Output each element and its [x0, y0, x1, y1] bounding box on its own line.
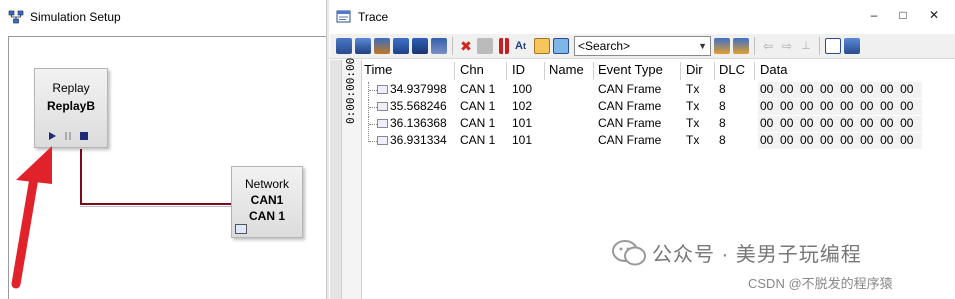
- detail-view-icon[interactable]: [477, 38, 493, 54]
- wechat-icon: [612, 239, 646, 265]
- cell-event-type: CAN Frame: [598, 116, 662, 130]
- cell-event-type: CAN Frame: [598, 82, 662, 96]
- cell-id: 102: [512, 99, 533, 113]
- cell-dlc: 8: [719, 116, 726, 130]
- trace-titlebar: Trace: [330, 0, 955, 34]
- find-icon[interactable]: [431, 38, 447, 54]
- pass-filter-icon[interactable]: [412, 38, 428, 54]
- stop-filter-icon[interactable]: [393, 38, 409, 54]
- search-forward-icon[interactable]: [733, 38, 749, 54]
- trace-window-icon: [336, 10, 351, 23]
- watermark: 公众号 · 美男子玩编程: [612, 238, 862, 267]
- cell-data: 00 00 00 00 00 00 00 00: [760, 82, 914, 96]
- cell-dir: Tx: [686, 99, 700, 113]
- header-divider: [714, 62, 715, 80]
- cell-data: 00 00 00 00 00 00 00 00: [760, 133, 914, 147]
- side-rail[interactable]: [330, 60, 342, 299]
- column-header-dlc[interactable]: DLC: [719, 62, 745, 80]
- close-button[interactable]: ✕: [925, 8, 943, 22]
- trace-toolbar: ✖ At <Search> ▼ ⇦ ⇨ ⊥: [330, 34, 955, 59]
- search-input[interactable]: <Search>: [578, 39, 630, 53]
- table-row[interactable]: 36.931334 CAN 1 101 CAN Frame Tx 8 00 00…: [364, 133, 955, 149]
- pane-splitter[interactable]: [326, 0, 329, 299]
- cell-data: 00 00 00 00 00 00 00 00: [760, 116, 914, 130]
- back-arrow-icon[interactable]: ⇦: [760, 38, 776, 54]
- table-row[interactable]: 36.136368 CAN 1 101 CAN Frame Tx 8 00 00…: [364, 116, 955, 132]
- cell-dlc: 8: [719, 82, 726, 96]
- header-divider: [593, 62, 594, 80]
- cell-id: 101: [512, 133, 533, 147]
- cell-time: 34.937998: [390, 82, 447, 96]
- toolbar-separator: [754, 37, 755, 55]
- overwrite-mode-icon[interactable]: [553, 38, 569, 54]
- scroll-mode-icon[interactable]: [534, 38, 550, 54]
- can-frame-icon: [377, 136, 388, 145]
- chevron-down-icon[interactable]: ▼: [698, 41, 707, 51]
- cell-event-type: CAN Frame: [598, 99, 662, 113]
- cell-chn: CAN 1: [460, 116, 496, 130]
- cell-data: 00 00 00 00 00 00 00 00: [760, 99, 914, 113]
- header-divider: [754, 62, 755, 80]
- time-mode-icon[interactable]: At: [515, 38, 531, 54]
- options-icon[interactable]: [844, 38, 860, 54]
- cell-chn: CAN 1: [460, 99, 496, 113]
- trace-title: Trace: [358, 10, 389, 24]
- cell-dlc: 8: [719, 99, 726, 113]
- column-header-id[interactable]: ID: [512, 62, 525, 80]
- cell-id: 100: [512, 82, 533, 96]
- cell-time: 35.568246: [390, 99, 447, 113]
- cell-dir: Tx: [686, 82, 700, 96]
- table-row[interactable]: 34.937998 CAN 1 100 CAN Frame Tx 8 00 00…: [364, 82, 955, 98]
- forward-arrow-icon[interactable]: ⇨: [779, 38, 795, 54]
- column-config-icon[interactable]: [374, 38, 390, 54]
- time-display-bar: 0:00:00:00: [342, 57, 362, 299]
- header-divider: [454, 62, 455, 80]
- column-header-name[interactable]: Name: [549, 62, 584, 80]
- column-header-event-type[interactable]: Event Type: [598, 62, 663, 80]
- layout-icon[interactable]: [825, 38, 841, 54]
- simulation-setup-window: Simulation Setup Replay ReplayB Network …: [0, 0, 326, 299]
- watermark-text: 公众号 · 美男子玩编程: [652, 244, 862, 266]
- time-display: 0:00:00:00: [344, 57, 357, 124]
- search-combobox[interactable]: <Search> ▼: [574, 36, 711, 56]
- cell-id: 101: [512, 116, 533, 130]
- clear-icon[interactable]: ✖: [458, 38, 474, 54]
- maximize-button[interactable]: □: [894, 8, 912, 22]
- cell-dlc: 8: [719, 133, 726, 147]
- cell-time: 36.136368: [390, 116, 447, 130]
- cell-chn: CAN 1: [460, 82, 496, 96]
- header-divider: [680, 62, 681, 80]
- cell-dir: Tx: [686, 116, 700, 130]
- header-divider: [544, 62, 545, 80]
- header-divider: [506, 62, 507, 80]
- annotation-arrow-icon: [11, 146, 52, 289]
- marker-icon[interactable]: ⊥: [798, 38, 814, 54]
- can-frame-icon: [377, 102, 388, 111]
- analysis-filter-icon[interactable]: [355, 38, 371, 54]
- column-header-dir[interactable]: Dir: [686, 62, 703, 80]
- search-backward-icon[interactable]: [714, 38, 730, 54]
- watermark-credit: CSDN @不脱发的程序猿: [748, 276, 893, 291]
- cell-chn: CAN 1: [460, 133, 496, 147]
- column-header-time[interactable]: Time: [364, 62, 392, 80]
- minimize-button[interactable]: –: [865, 8, 883, 22]
- toolbar-separator: [819, 37, 820, 55]
- column-header-data[interactable]: Data: [760, 62, 787, 80]
- new-filter-icon[interactable]: [336, 38, 352, 54]
- column-header-chn[interactable]: Chn: [460, 62, 484, 80]
- toolbar-separator: [452, 37, 453, 55]
- cell-dir: Tx: [686, 133, 700, 147]
- pause-trace-icon[interactable]: [499, 38, 509, 54]
- can-frame-icon: [377, 85, 388, 94]
- can-frame-icon: [377, 119, 388, 128]
- cell-time: 36.931334: [390, 133, 447, 147]
- cell-event-type: CAN Frame: [598, 133, 662, 147]
- table-row[interactable]: 35.568246 CAN 1 102 CAN Frame Tx 8 00 00…: [364, 99, 955, 115]
